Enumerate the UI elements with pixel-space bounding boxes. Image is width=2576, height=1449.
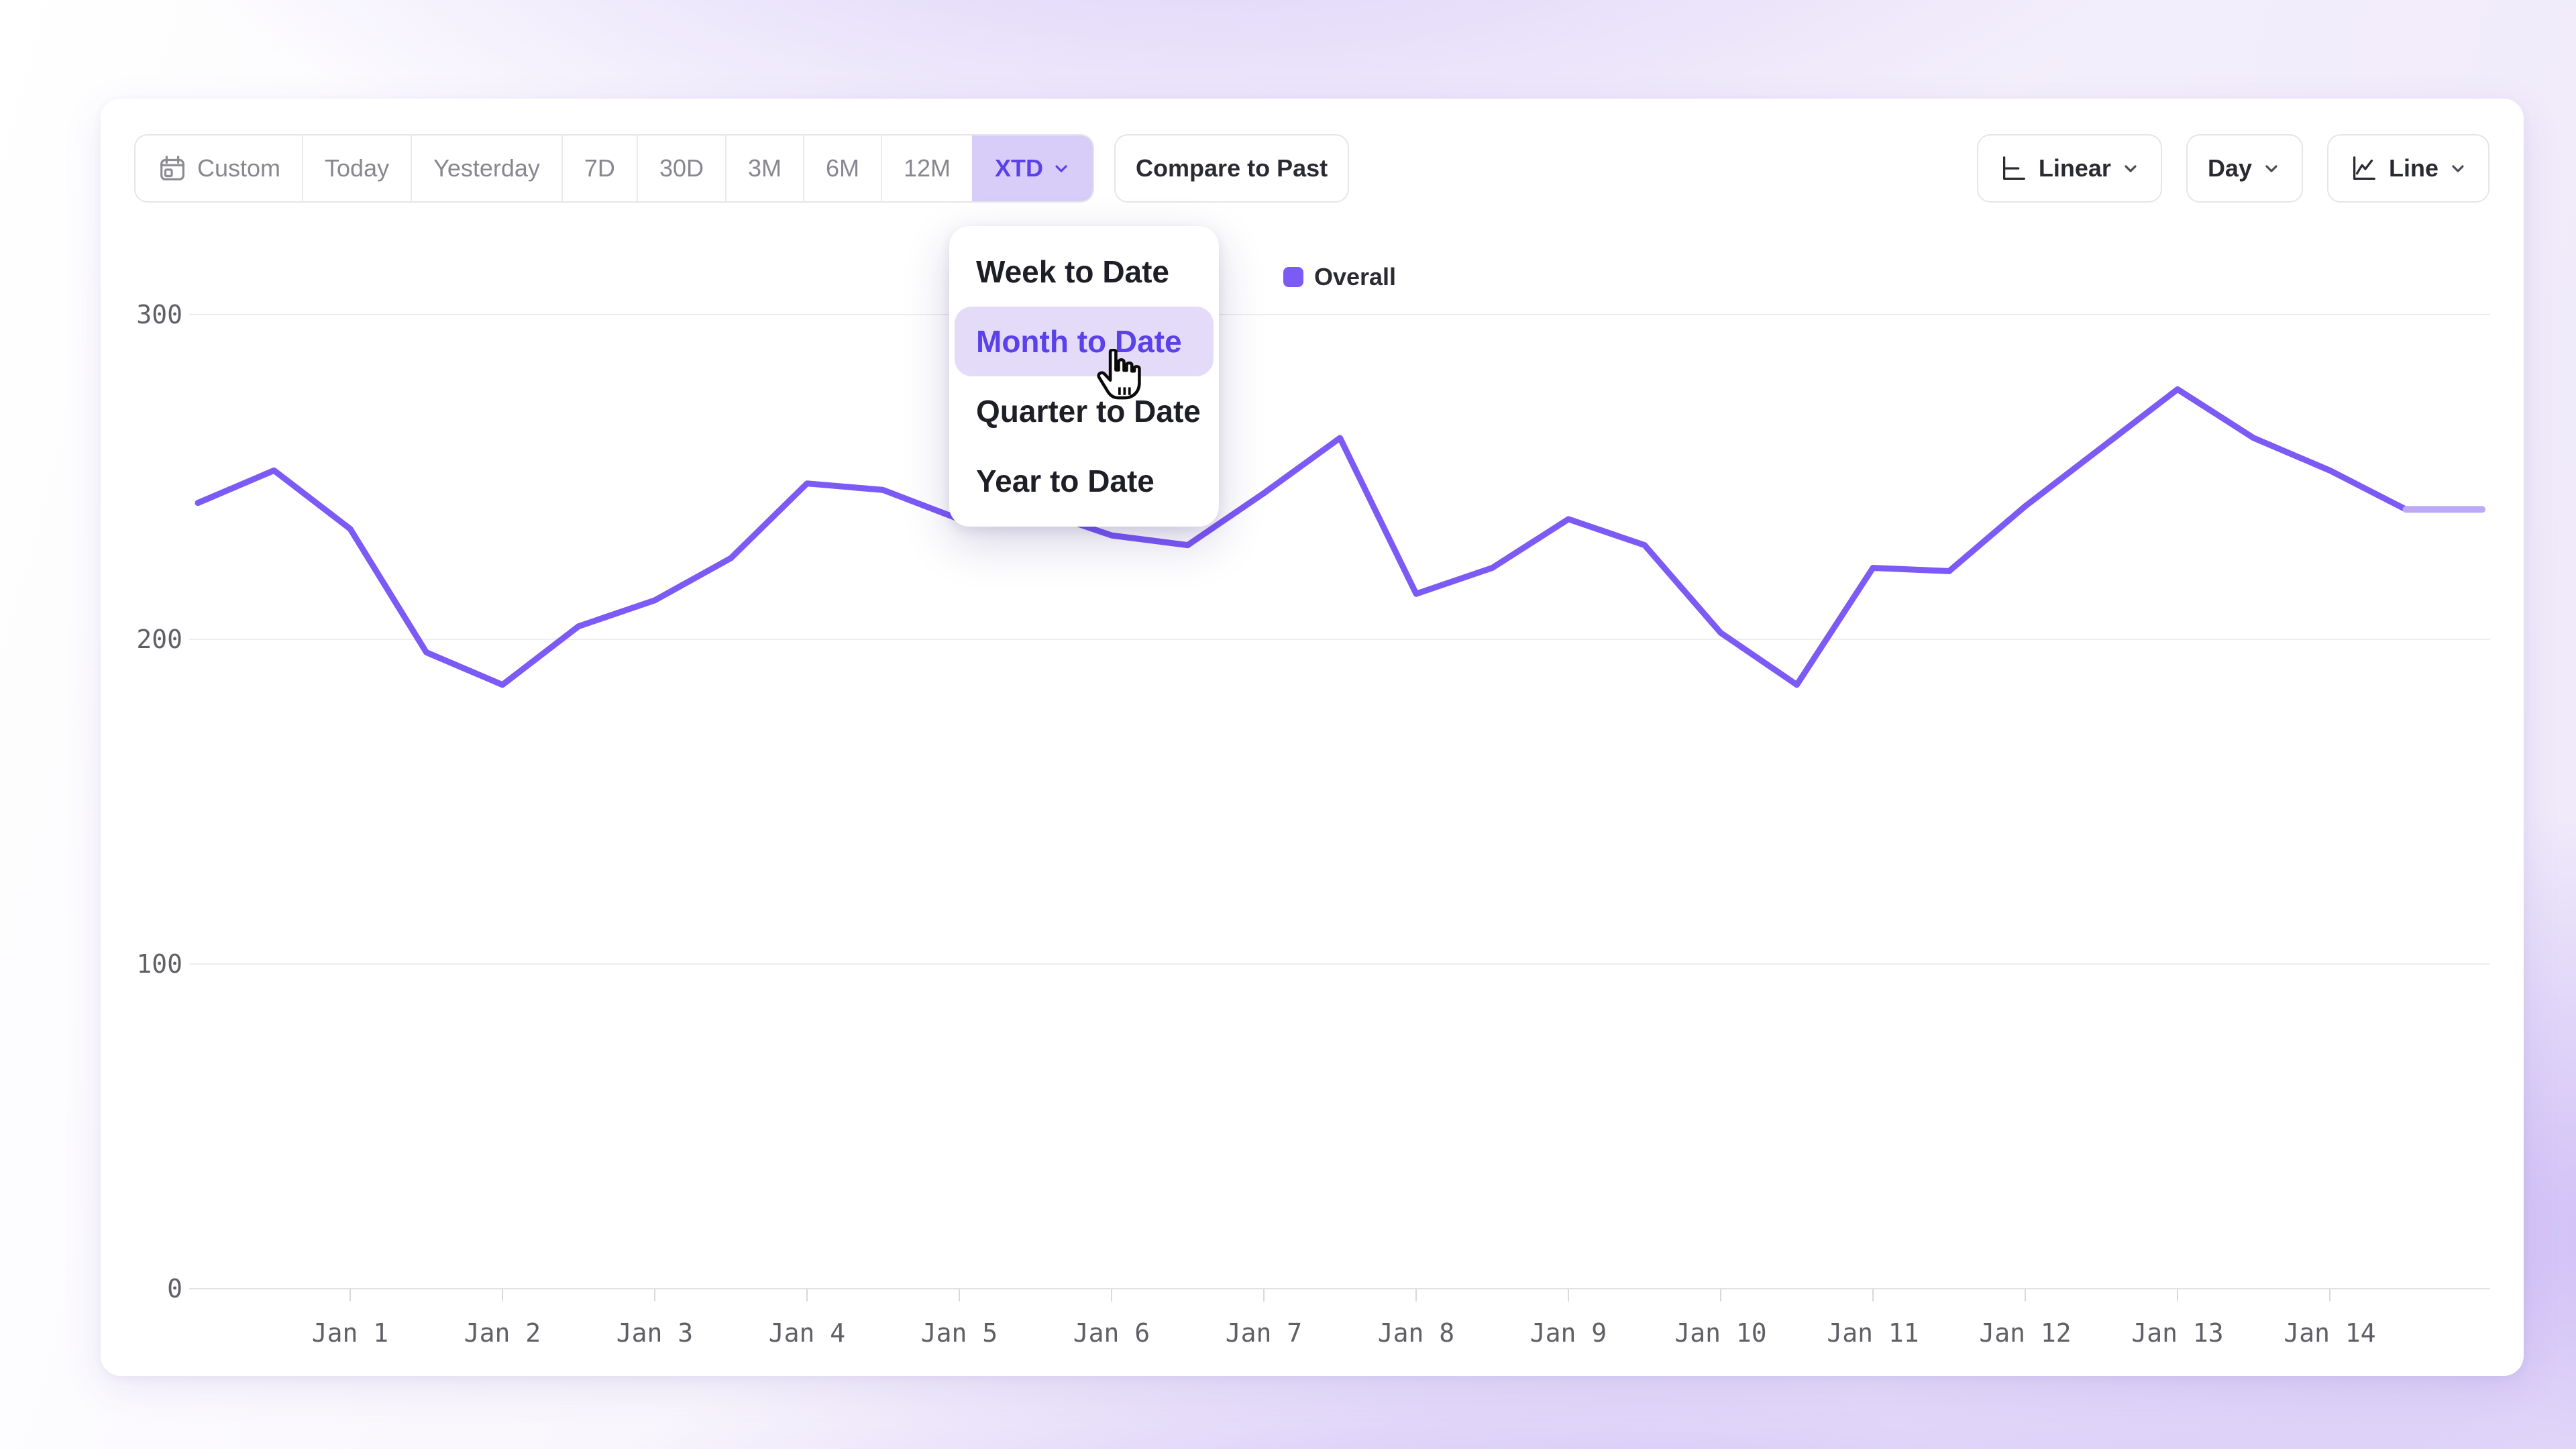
- compare-to-past-button[interactable]: Compare to Past: [1114, 134, 1349, 203]
- chevron-down-icon: [2261, 158, 2282, 178]
- x-tick-label: Jan 11: [1827, 1318, 1919, 1348]
- linear-scale-icon: [1998, 153, 2029, 184]
- x-tick-label: Jan 3: [616, 1318, 693, 1348]
- date-range-today[interactable]: Today: [302, 136, 411, 201]
- page: { "toolbar": { "date_ranges": [ { "label…: [0, 0, 2576, 1449]
- legend-swatch: [1283, 267, 1303, 287]
- menu-item-month-to-date[interactable]: Month to Date: [955, 307, 1214, 376]
- date-range-6m[interactable]: 6M: [803, 136, 881, 201]
- y-tick-label: 0: [167, 1274, 182, 1303]
- y-tick-label: 300: [136, 300, 182, 329]
- menu-item-week-to-date[interactable]: Week to Date: [955, 237, 1214, 307]
- menu-item-quarter-to-date[interactable]: Quarter to Date: [955, 376, 1214, 446]
- x-tick-label: Jan 9: [1530, 1318, 1607, 1348]
- xtd-dropdown-menu: Week to Date Month to Date Quarter to Da…: [949, 226, 1219, 527]
- chevron-down-icon: [2121, 158, 2141, 178]
- interval-selector-button[interactable]: Day: [2186, 134, 2303, 203]
- chart-canvas[interactable]: 0 100 200 300 Jan 1 Jan 2 Jan 3 Jan 4 Jan 5 Jan 6…: [0, 0, 2576, 1449]
- chart-settings-group: Linear Day Line: [1977, 134, 2489, 203]
- chart-type-selector-button[interactable]: Line: [2327, 134, 2489, 203]
- x-tick-label: Jan 1: [312, 1318, 388, 1348]
- x-tick-label: Jan 13: [2131, 1318, 2223, 1348]
- x-tick-label: Jan 7: [1226, 1318, 1302, 1348]
- legend: Overall: [1283, 263, 1396, 291]
- x-tick-label: Jan 12: [1979, 1318, 2071, 1348]
- x-tick-label: Jan 14: [2284, 1318, 2375, 1348]
- series-line-overall: [198, 389, 2406, 685]
- line-chart-icon: [2349, 153, 2379, 184]
- date-range-custom[interactable]: Custom: [136, 136, 302, 201]
- y-tick-label: 200: [136, 625, 182, 654]
- date-range-yesterday[interactable]: Yesterday: [411, 136, 561, 201]
- legend-series-overall[interactable]: Overall: [1314, 263, 1396, 291]
- pointer-cursor-icon: [1091, 349, 1144, 407]
- chevron-down-icon: [1051, 158, 1071, 178]
- scale-selector-button[interactable]: Linear: [1977, 134, 2162, 203]
- date-range-label: Custom: [197, 154, 280, 182]
- toolbar-spacer: [1349, 134, 1977, 203]
- date-range-3m[interactable]: 3M: [725, 136, 803, 201]
- x-tick-label: Jan 5: [921, 1318, 998, 1348]
- x-tick-label: Jan 2: [464, 1318, 541, 1348]
- chevron-down-icon: [2448, 158, 2468, 178]
- date-range-xtd[interactable]: XTD: [972, 136, 1093, 201]
- calendar-icon: [157, 153, 188, 184]
- x-tick-label: Jan 10: [1674, 1318, 1766, 1348]
- date-range-control: Custom Today Yesterday 7D 30D 3M 6M 12M …: [134, 134, 1094, 203]
- toolbar: Custom Today Yesterday 7D 30D 3M 6M 12M …: [134, 134, 2489, 203]
- x-tick-label: Jan 8: [1378, 1318, 1454, 1348]
- date-range-12m[interactable]: 12M: [881, 136, 972, 201]
- x-tick-label: Jan 4: [769, 1318, 845, 1348]
- x-tick-label: Jan 6: [1073, 1318, 1150, 1348]
- menu-item-year-to-date[interactable]: Year to Date: [955, 446, 1214, 516]
- y-tick-label: 100: [136, 949, 182, 979]
- date-range-30d[interactable]: 30D: [637, 136, 725, 201]
- date-range-7d[interactable]: 7D: [561, 136, 637, 201]
